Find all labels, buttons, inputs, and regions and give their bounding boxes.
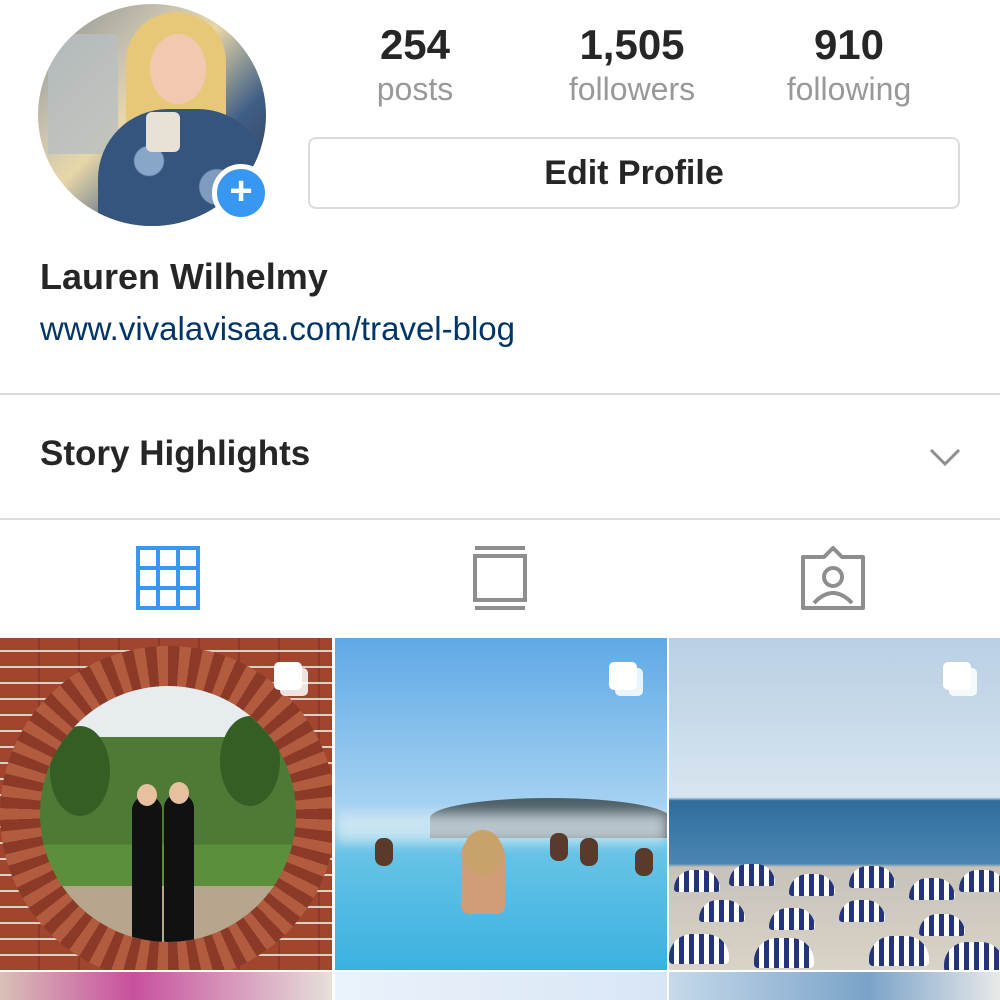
stat-value: 1,505 — [579, 21, 685, 68]
post-thumbnail[interactable] — [0, 638, 332, 970]
stat-posts[interactable]: 254 posts — [315, 22, 515, 110]
umbrella — [674, 870, 720, 892]
avatar-bg-window — [48, 34, 118, 154]
swimmer — [580, 838, 598, 866]
tree — [220, 716, 280, 806]
avatar-face — [150, 34, 206, 104]
stat-value: 910 — [813, 21, 885, 68]
umbrella — [789, 874, 835, 896]
umbrella — [944, 942, 1000, 970]
umbrella — [754, 938, 814, 968]
post-thumbnail[interactable] — [335, 638, 667, 970]
multiple-photos-icon — [609, 662, 643, 696]
person — [164, 794, 194, 942]
tree — [50, 726, 110, 816]
tagged-person-icon[interactable] — [800, 545, 866, 611]
umbrella — [699, 900, 745, 922]
stat-value: 254 — [379, 21, 451, 68]
add-story-icon[interactable]: + — [212, 164, 270, 222]
person — [132, 796, 162, 942]
post-thumbnail[interactable] — [0, 972, 332, 1000]
umbrella — [729, 864, 775, 886]
story-highlights-title[interactable]: Story Highlights — [40, 434, 310, 474]
multiple-photos-icon — [274, 662, 308, 696]
person-head — [137, 784, 157, 806]
umbrella — [959, 870, 1000, 892]
stat-label: followers — [568, 71, 696, 107]
divider — [0, 518, 1000, 520]
person-head — [169, 782, 189, 804]
arch-opening — [40, 686, 296, 942]
swimmer — [635, 848, 653, 876]
edit-profile-button[interactable]: Edit Profile — [308, 137, 960, 209]
umbrella — [769, 908, 815, 930]
multiple-photos-icon — [943, 662, 977, 696]
umbrella — [669, 934, 729, 964]
umbrella — [909, 878, 955, 900]
profile-name: Lauren Wilhelmy — [40, 256, 328, 297]
post-thumbnail[interactable] — [335, 972, 667, 1000]
umbrella — [919, 914, 965, 936]
swimmer-hair — [463, 830, 503, 876]
stat-followers[interactable]: 1,505 followers — [532, 22, 732, 110]
swimmer — [550, 833, 568, 861]
post-thumbnail[interactable] — [669, 972, 1000, 1000]
feed-list-icon[interactable] — [467, 545, 533, 611]
swimmer — [375, 838, 393, 866]
umbrella — [849, 866, 895, 888]
stat-label: following — [786, 71, 912, 107]
grid-icon[interactable] — [135, 545, 201, 611]
stat-following[interactable]: 910 following — [749, 22, 949, 110]
divider — [0, 393, 1000, 395]
stat-label: posts — [376, 71, 454, 107]
umbrella — [839, 900, 885, 922]
avatar-cup — [146, 112, 180, 152]
post-thumbnail[interactable] — [669, 638, 1000, 970]
profile-website-link[interactable]: www.vivalavisaa.com/travel-blog — [40, 310, 515, 348]
umbrella — [869, 936, 929, 966]
chevron-down-icon[interactable] — [928, 440, 962, 474]
